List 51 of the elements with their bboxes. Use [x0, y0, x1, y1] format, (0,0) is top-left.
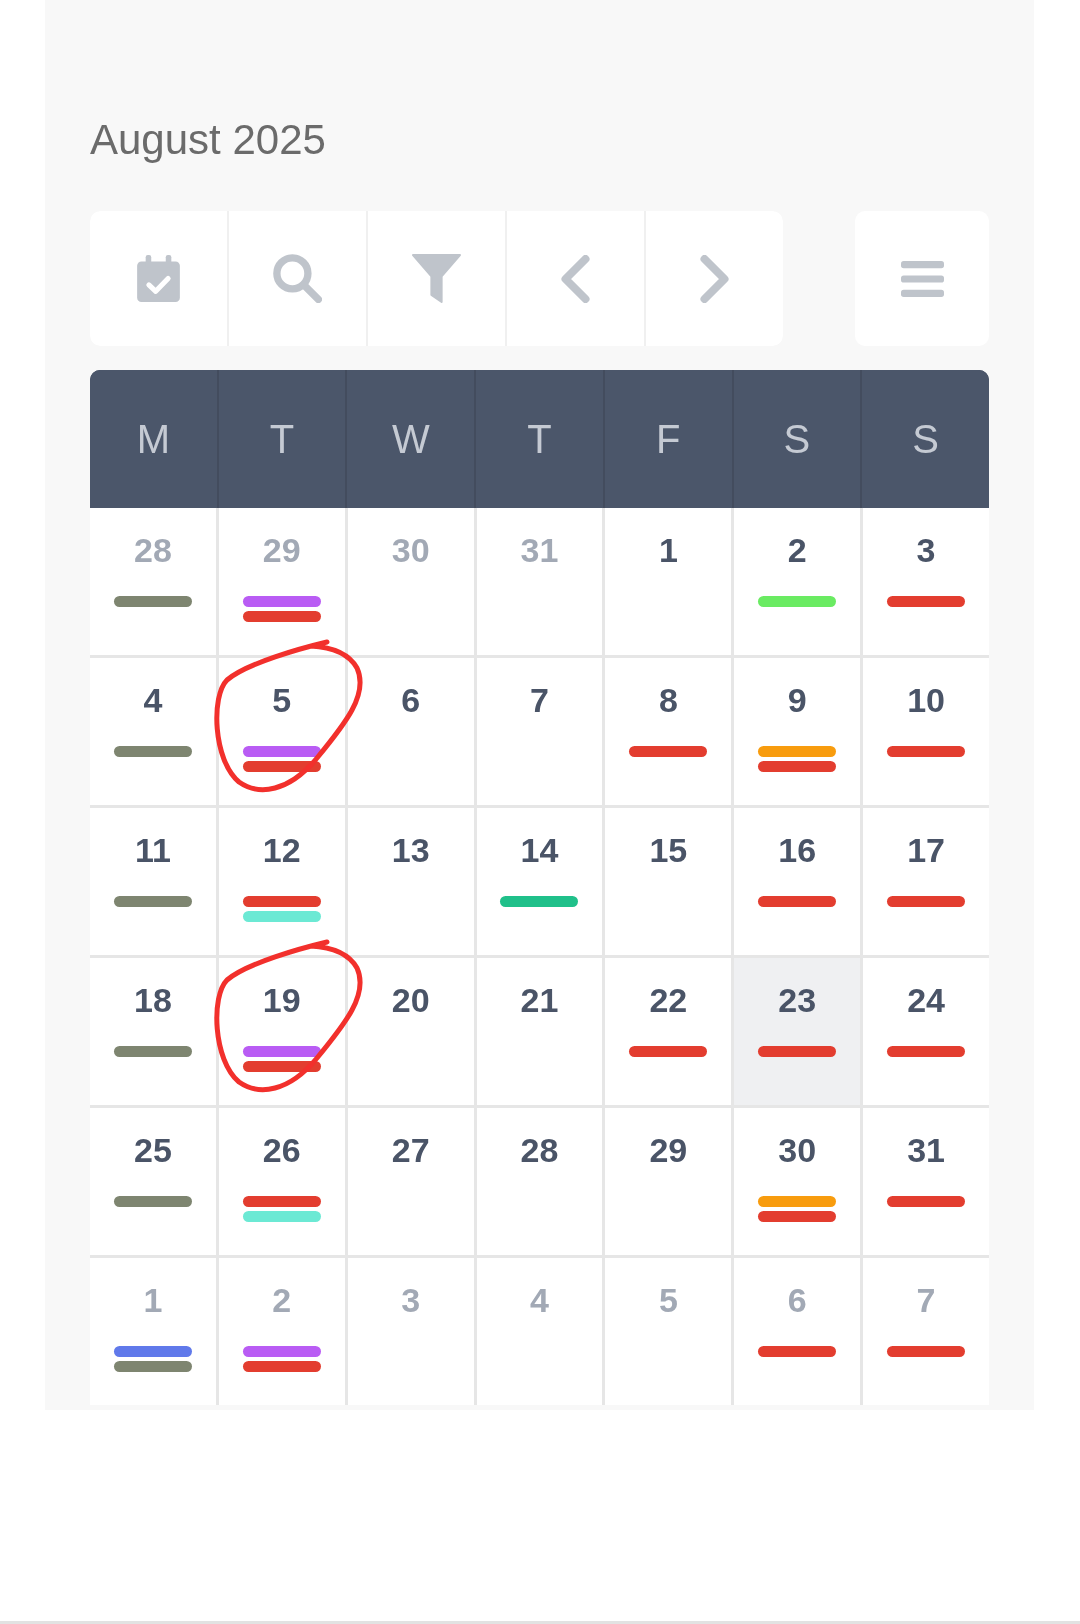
calendar-check-icon [137, 255, 180, 302]
search-icon [273, 254, 322, 303]
day-cell[interactable]: 24 [863, 958, 989, 1105]
day-cell[interactable]: 14 [476, 808, 603, 955]
day-cell[interactable]: 20 [347, 958, 474, 1105]
chevron-right-icon [700, 254, 729, 303]
day-cell[interactable]: 10 [863, 658, 989, 805]
weekday-label: F [604, 370, 732, 508]
day-cell[interactable]: 15 [605, 808, 732, 955]
previous-button[interactable] [507, 211, 644, 346]
day-cell[interactable]: 17 [863, 808, 989, 955]
day-cell[interactable]: 21 [476, 958, 603, 1105]
next-button[interactable] [646, 211, 783, 346]
menu-button[interactable] [855, 211, 989, 346]
day-cell[interactable]: 26 [218, 1108, 345, 1255]
day-cell[interactable]: 11 [90, 808, 216, 955]
menu-icon [900, 260, 944, 297]
day-cell[interactable]: 28 [476, 1108, 603, 1255]
day-cell[interactable]: 7 [476, 658, 603, 805]
day-cell[interactable]: 27 [347, 1108, 474, 1255]
weekday-label: M [90, 370, 217, 508]
weekday-label: T [476, 370, 603, 508]
weekday-label: W [347, 370, 475, 508]
day-cell[interactable]: 3 [863, 508, 989, 655]
day-cell[interactable]: 16 [734, 808, 861, 955]
weekday-label: S [862, 370, 989, 508]
day-cell[interactable]: 30 [734, 1108, 861, 1255]
day-cell[interactable]: 29 [605, 1108, 732, 1255]
day-cell[interactable]: 5 [218, 658, 345, 805]
day-cell[interactable]: 13 [347, 808, 474, 955]
weekday-label: T [218, 370, 346, 508]
search-button[interactable] [229, 211, 366, 346]
day-cell[interactable]: 31 [863, 1108, 989, 1255]
day-cell[interactable]: 22 [605, 958, 732, 1105]
day-cell[interactable]: 23 [734, 958, 861, 1105]
day-cell[interactable]: 18 [90, 958, 216, 1105]
calendar-button[interactable] [90, 211, 227, 346]
day-cell[interactable]: 2 [734, 508, 861, 655]
day-cell[interactable]: 12 [218, 808, 345, 955]
filter-icon [412, 254, 461, 303]
day-cell[interactable]: 8 [605, 658, 732, 805]
day-cell[interactable]: 25 [90, 1108, 216, 1255]
day-cell[interactable]: 4 [90, 658, 216, 805]
day-cell[interactable]: 1 [605, 508, 732, 655]
day-cell[interactable]: 19 [218, 958, 345, 1105]
chevron-left-icon [561, 254, 590, 303]
weekday-label: S [733, 370, 861, 508]
filter-button[interactable] [368, 211, 505, 346]
month-title: August 2025 [90, 116, 326, 164]
day-cell[interactable]: 6 [347, 658, 474, 805]
day-cell[interactable]: 9 [734, 658, 861, 805]
